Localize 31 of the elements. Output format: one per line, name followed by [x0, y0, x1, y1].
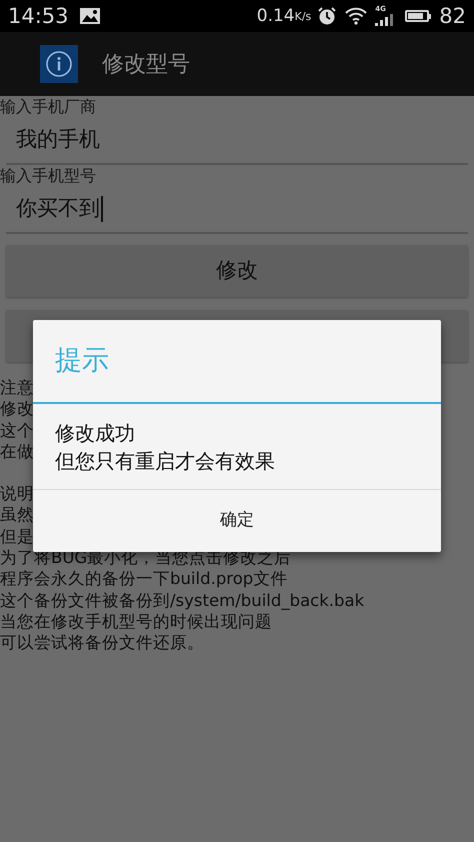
clock: 14:53: [8, 6, 69, 26]
note-line: 虽然: [0, 504, 34, 526]
signal-icon: [375, 14, 396, 26]
alarm-icon: [317, 6, 338, 26]
note-line: 但是: [0, 526, 34, 548]
dialog-message: 修改成功: [55, 420, 136, 446]
note-line: 可以尝试将备份文件还原。: [0, 632, 204, 654]
note-line: 注意: [0, 377, 34, 398]
ok-button[interactable]: 确定: [33, 490, 441, 552]
note-line: 修改: [0, 398, 34, 420]
image-icon: [78, 7, 101, 25]
battery-icon: [405, 10, 432, 22]
network-speed: 0.14: [256, 8, 295, 24]
note-line: 这个备份文件被备份到/system/build_back.bak: [0, 590, 364, 611]
note-line: 当您在修改手机型号的时候出现问题: [0, 610, 272, 632]
dialog-message: 但您只有重启才会有效果: [55, 448, 276, 474]
note-line: 在做: [0, 440, 34, 462]
dialog-title: 提示: [33, 320, 441, 404]
app-icon: [40, 45, 78, 83]
field-label: 输入手机厂商: [0, 97, 97, 117]
speed-unit: K/s: [294, 10, 312, 22]
text-field[interactable]: 我的手机: [6, 117, 468, 165]
text-field[interactable]: 你买不到: [6, 186, 468, 234]
wifi-icon: [345, 7, 368, 25]
app-title: 修改型号: [102, 50, 190, 78]
note-line: 这个: [0, 420, 34, 441]
note-line: 说明: [0, 483, 34, 504]
note-line: 程序会永久的备份一下build.prop文件: [0, 568, 288, 590]
battery-percentage: 82: [439, 6, 466, 26]
field-label: 输入手机型号: [0, 166, 97, 186]
modify-button[interactable]: 修改: [6, 245, 468, 297]
